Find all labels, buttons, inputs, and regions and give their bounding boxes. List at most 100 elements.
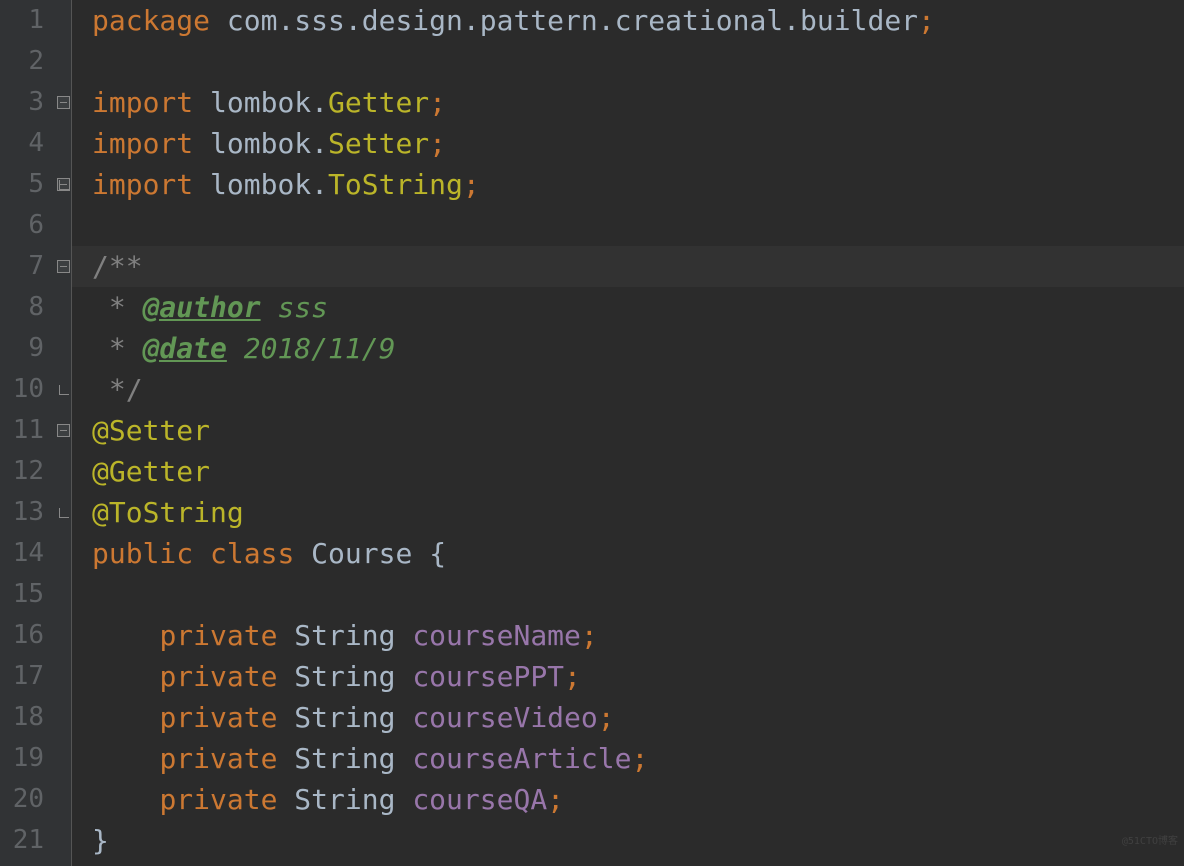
line-number: 11 <box>0 410 44 451</box>
code-line[interactable]: private String courseArticle; <box>92 738 1184 779</box>
fold-collapse-icon[interactable] <box>57 424 70 437</box>
line-number: 3 <box>0 82 44 123</box>
indent <box>92 783 159 816</box>
javadoc-star: * <box>92 332 143 365</box>
keyword-import: import <box>92 168 193 201</box>
line-number: 21 <box>0 820 44 861</box>
code-line[interactable]: private String courseName; <box>92 615 1184 656</box>
code-line[interactable]: private String courseVideo; <box>92 697 1184 738</box>
import-prefix: lombok. <box>193 168 328 201</box>
code-line[interactable]: package com.sss.design.pattern.creationa… <box>92 0 1184 41</box>
field-name: courseQA <box>412 783 547 816</box>
line-number: 17 <box>0 656 44 697</box>
fold-collapse-icon[interactable] <box>57 260 70 273</box>
indent <box>92 742 159 775</box>
keyword-private: private <box>159 742 294 775</box>
javadoc-start: /** <box>92 250 143 283</box>
line-number: 12 <box>0 451 44 492</box>
type-string: String <box>294 701 412 734</box>
code-line[interactable]: private String courseQA; <box>92 779 1184 820</box>
code-line[interactable]: import lombok.ToString; <box>92 164 1184 205</box>
code-line[interactable]: @Setter <box>92 410 1184 451</box>
fold-gutter <box>56 0 72 866</box>
type-string: String <box>294 742 412 775</box>
annotation-tostring: @ToString <box>92 496 244 529</box>
javadoc-end: */ <box>92 373 143 406</box>
line-number: 10 <box>0 369 44 410</box>
code-line-empty[interactable] <box>92 574 1184 615</box>
javadoc-date-value: 2018/11/9 <box>227 332 396 365</box>
semicolon: ; <box>564 660 581 693</box>
code-line[interactable]: @Getter <box>92 451 1184 492</box>
code-line[interactable]: * @date 2018/11/9 <box>92 328 1184 369</box>
line-number: 16 <box>0 615 44 656</box>
keyword-class: class <box>210 537 311 570</box>
semicolon: ; <box>429 86 446 119</box>
semicolon: ; <box>547 783 564 816</box>
semicolon: ; <box>429 127 446 160</box>
javadoc-date-tag: @date <box>143 332 227 365</box>
field-name: courseArticle <box>412 742 631 775</box>
code-line-empty[interactable] <box>92 41 1184 82</box>
line-number: 15 <box>0 574 44 615</box>
code-line[interactable]: } <box>92 820 1184 861</box>
import-prefix: lombok. <box>193 86 328 119</box>
code-line[interactable]: */ <box>92 369 1184 410</box>
type-string: String <box>294 660 412 693</box>
code-line[interactable]: * @author sss <box>92 287 1184 328</box>
import-prefix: lombok. <box>193 127 328 160</box>
semicolon: ; <box>631 742 648 775</box>
line-number: 13 <box>0 492 44 533</box>
fold-end-icon <box>57 506 70 519</box>
indent <box>92 660 159 693</box>
line-number: 4 <box>0 123 44 164</box>
field-name: courseVideo <box>412 701 597 734</box>
javadoc-author-tag: @author <box>143 291 261 324</box>
line-number: 19 <box>0 738 44 779</box>
class-name: Course <box>311 537 429 570</box>
keyword-private: private <box>159 701 294 734</box>
keyword-private: private <box>159 783 294 816</box>
watermark: @51CTO博客 <box>1122 821 1178 862</box>
code-line[interactable]: public class Course { <box>92 533 1184 574</box>
import-class: ToString <box>328 168 463 201</box>
line-number: 1 <box>0 0 44 41</box>
type-string: String <box>294 619 412 652</box>
semicolon: ; <box>463 168 480 201</box>
fold-end-icon <box>57 383 70 396</box>
semicolon: ; <box>598 701 615 734</box>
close-brace: } <box>92 824 109 857</box>
javadoc-author-value: sss <box>261 291 328 324</box>
code-line[interactable]: import lombok.Getter; <box>92 82 1184 123</box>
field-name: courseName <box>412 619 581 652</box>
semicolon: ; <box>581 619 598 652</box>
package-name: com.sss.design.pattern.creational.builde… <box>210 4 918 37</box>
line-number: 8 <box>0 287 44 328</box>
code-line-highlighted[interactable]: /** <box>72 246 1184 287</box>
line-number: 18 <box>0 697 44 738</box>
line-number: 6 <box>0 205 44 246</box>
line-number: 2 <box>0 41 44 82</box>
line-number: 9 <box>0 328 44 369</box>
code-line[interactable]: import lombok.Setter; <box>92 123 1184 164</box>
code-line-empty[interactable] <box>92 205 1184 246</box>
import-class: Setter <box>328 127 429 160</box>
keyword-import: import <box>92 127 193 160</box>
fold-end-icon <box>57 178 70 191</box>
code-line[interactable]: private String coursePPT; <box>92 656 1184 697</box>
keyword-private: private <box>159 619 294 652</box>
fold-collapse-icon[interactable] <box>57 96 70 109</box>
annotation-setter: @Setter <box>92 414 210 447</box>
open-brace: { <box>429 537 446 570</box>
code-line[interactable]: @ToString <box>92 492 1184 533</box>
code-editor[interactable]: 1 2 3 4 5 6 7 8 9 10 11 12 13 14 15 16 1… <box>0 0 1184 866</box>
indent <box>92 701 159 734</box>
code-content[interactable]: package com.sss.design.pattern.creationa… <box>72 0 1184 866</box>
semicolon: ; <box>918 4 935 37</box>
javadoc-star: * <box>92 291 143 324</box>
import-class: Getter <box>328 86 429 119</box>
line-number: 14 <box>0 533 44 574</box>
keyword-private: private <box>159 660 294 693</box>
annotation-getter: @Getter <box>92 455 210 488</box>
line-number: 7 <box>0 246 44 287</box>
